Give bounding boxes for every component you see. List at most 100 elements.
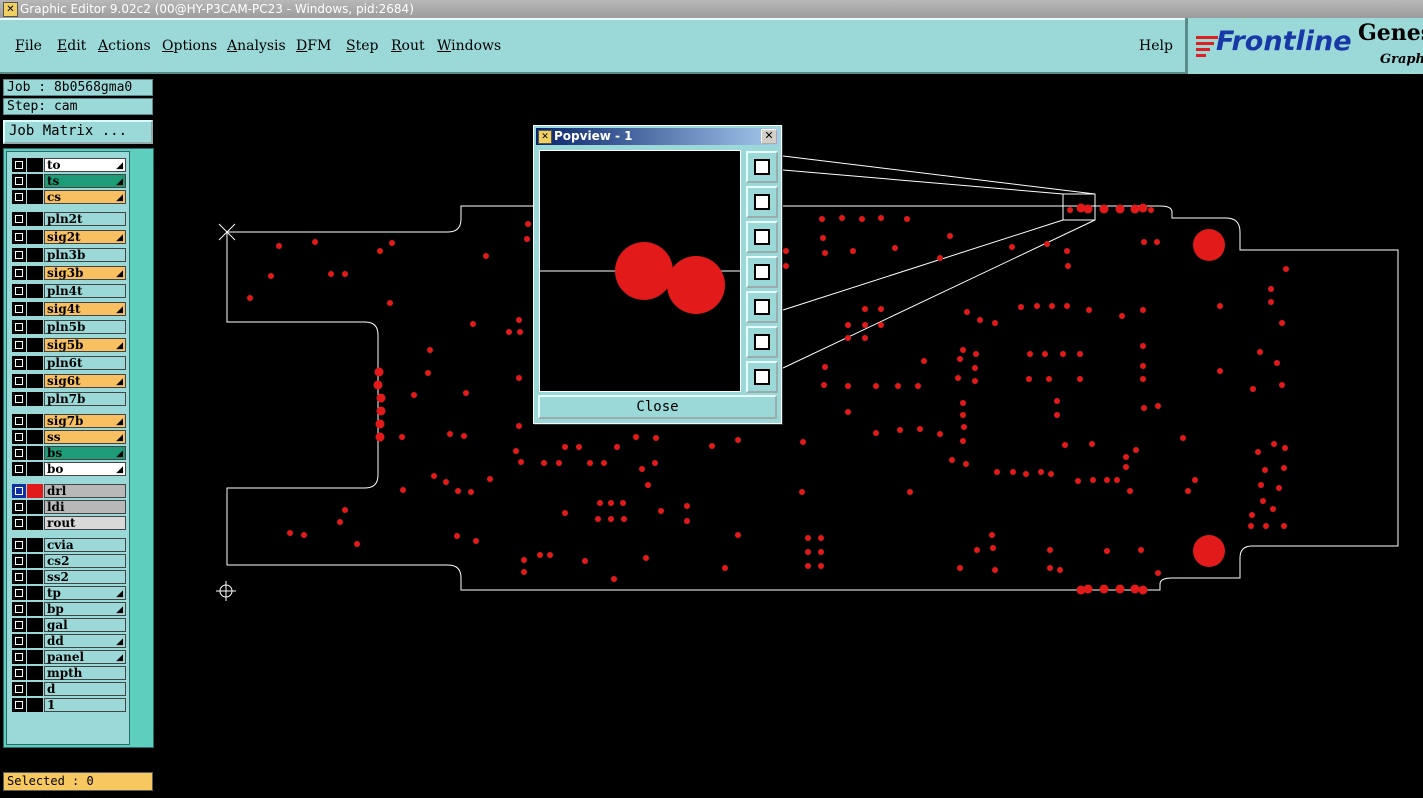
layer-color-swatch[interactable] xyxy=(27,190,43,204)
layer-checkbox[interactable] xyxy=(12,392,26,406)
layer-name[interactable]: ts ◢ xyxy=(44,174,126,188)
layer-name[interactable]: sig3b ◢ xyxy=(44,266,126,280)
layer-checkbox[interactable] xyxy=(12,374,26,388)
layer-checkbox[interactable] xyxy=(12,338,26,352)
layer-name[interactable]: rout xyxy=(44,516,126,530)
layer-color-swatch[interactable] xyxy=(27,320,43,334)
popview-titlebar[interactable]: ✕ Popview - 1 ✕ xyxy=(536,128,779,145)
layer-checkbox[interactable] xyxy=(12,554,26,568)
layer-row-rout[interactable]: rout xyxy=(12,516,126,530)
layer-color-swatch[interactable] xyxy=(27,338,43,352)
layer-color-swatch[interactable] xyxy=(27,698,43,712)
menu-analysis[interactable]: Analysis xyxy=(227,38,286,54)
menu-actions[interactable]: Actions xyxy=(98,38,151,54)
layer-row-to[interactable]: to ◢ xyxy=(12,158,126,172)
layer-checkbox[interactable] xyxy=(12,446,26,460)
layer-row-bo[interactable]: bo ◢ xyxy=(12,462,126,476)
layer-checkbox[interactable] xyxy=(12,650,26,664)
layer-name[interactable]: gal xyxy=(44,618,126,632)
layer-row-1[interactable]: 1 xyxy=(12,698,126,712)
layer-row-sig6t[interactable]: sig6t ◢ xyxy=(12,374,126,388)
layer-color-swatch[interactable] xyxy=(27,484,43,498)
layer-row-pln7b[interactable]: pln7b xyxy=(12,392,126,406)
layer-checkbox[interactable] xyxy=(12,462,26,476)
layer-name[interactable]: cs2 xyxy=(44,554,126,568)
layer-color-swatch[interactable] xyxy=(27,554,43,568)
layer-color-swatch[interactable] xyxy=(27,538,43,552)
layer-checkbox[interactable] xyxy=(12,634,26,648)
layer-name[interactable]: bs ◢ xyxy=(44,446,126,460)
job-matrix-button[interactable]: Job Matrix ... xyxy=(3,120,153,144)
layer-name[interactable]: sig4t ◢ xyxy=(44,302,126,316)
layer-name[interactable]: mpth xyxy=(44,666,126,680)
layer-row-sig7b[interactable]: sig7b ◢ xyxy=(12,414,126,428)
layer-checkbox[interactable] xyxy=(12,570,26,584)
layer-checkbox[interactable] xyxy=(12,484,26,498)
layer-checkbox[interactable] xyxy=(12,230,26,244)
layer-checkbox[interactable] xyxy=(12,212,26,226)
layer-row-bp[interactable]: bp ◢ xyxy=(12,602,126,616)
layer-color-swatch[interactable] xyxy=(27,462,43,476)
menu-help[interactable]: Help xyxy=(1139,38,1173,54)
layer-checkbox[interactable] xyxy=(12,284,26,298)
layer-checkbox[interactable] xyxy=(12,586,26,600)
menu-file[interactable]: File xyxy=(15,38,42,54)
layer-row-sig2t[interactable]: sig2t ◢ xyxy=(12,230,126,244)
layer-row-pln5b[interactable]: pln5b xyxy=(12,320,126,334)
layer-row-dd[interactable]: dd ◢ xyxy=(12,634,126,648)
layer-checkbox[interactable] xyxy=(12,538,26,552)
pan-down-button[interactable] xyxy=(746,221,778,253)
layer-checkbox[interactable] xyxy=(12,158,26,172)
menu-windows[interactable]: Windows xyxy=(437,38,501,54)
layer-color-swatch[interactable] xyxy=(27,430,43,444)
layer-row-bs[interactable]: bs ◢ xyxy=(12,446,126,460)
layer-color-swatch[interactable] xyxy=(27,374,43,388)
layer-checkbox[interactable] xyxy=(12,174,26,188)
layer-name[interactable]: sig5b ◢ xyxy=(44,338,126,352)
layer-name[interactable]: pln3b xyxy=(44,248,126,262)
layer-color-swatch[interactable] xyxy=(27,158,43,172)
layer-name[interactable]: 1 xyxy=(44,698,126,712)
layer-checkbox[interactable] xyxy=(12,430,26,444)
layer-name[interactable]: pln6t xyxy=(44,356,126,370)
layer-checkbox[interactable] xyxy=(12,248,26,262)
layer-name[interactable]: pln4t xyxy=(44,284,126,298)
layer-color-swatch[interactable] xyxy=(27,266,43,280)
popview-close-button[interactable]: Close xyxy=(538,395,777,419)
layer-row-pln4t[interactable]: pln4t xyxy=(12,284,126,298)
layer-row-ss2[interactable]: ss2 xyxy=(12,570,126,584)
zoom-in-button[interactable] xyxy=(746,326,778,358)
layer-name[interactable]: bp ◢ xyxy=(44,602,126,616)
popview-canvas[interactable] xyxy=(539,150,741,392)
layer-row-d[interactable]: d xyxy=(12,682,126,696)
layer-name[interactable]: ldi xyxy=(44,500,126,514)
layer-color-swatch[interactable] xyxy=(27,392,43,406)
layer-name[interactable]: pln5b xyxy=(44,320,126,334)
layer-name[interactable]: to ◢ xyxy=(44,158,126,172)
layer-checkbox[interactable] xyxy=(12,320,26,334)
layer-checkbox[interactable] xyxy=(12,602,26,616)
layer-row-pln6t[interactable]: pln6t xyxy=(12,356,126,370)
layer-row-cvia[interactable]: cvia xyxy=(12,538,126,552)
layer-name[interactable]: dd ◢ xyxy=(44,634,126,648)
menu-dfm[interactable]: DFM xyxy=(296,38,331,54)
layer-row-ldi[interactable]: ldi xyxy=(12,500,126,514)
layer-checkbox[interactable] xyxy=(12,302,26,316)
layer-checkbox[interactable] xyxy=(12,414,26,428)
layer-row-ts[interactable]: ts ◢ xyxy=(12,174,126,188)
zoom-fit-button[interactable] xyxy=(746,151,778,183)
pan-right-button[interactable] xyxy=(746,291,778,323)
layer-row-mpth[interactable]: mpth xyxy=(12,666,126,680)
popview-close-x-button[interactable]: ✕ xyxy=(761,129,777,144)
layer-name[interactable]: sig7b ◢ xyxy=(44,414,126,428)
layer-checkbox[interactable] xyxy=(12,618,26,632)
layer-color-swatch[interactable] xyxy=(27,570,43,584)
layer-name[interactable]: cs ◢ xyxy=(44,190,126,204)
layer-checkbox[interactable] xyxy=(12,698,26,712)
layer-row-pln3b[interactable]: pln3b xyxy=(12,248,126,262)
menu-step[interactable]: Step xyxy=(346,38,378,54)
layer-row-cs[interactable]: cs ◢ xyxy=(12,190,126,204)
layer-color-swatch[interactable] xyxy=(27,634,43,648)
layer-color-swatch[interactable] xyxy=(27,666,43,680)
layer-color-swatch[interactable] xyxy=(27,284,43,298)
